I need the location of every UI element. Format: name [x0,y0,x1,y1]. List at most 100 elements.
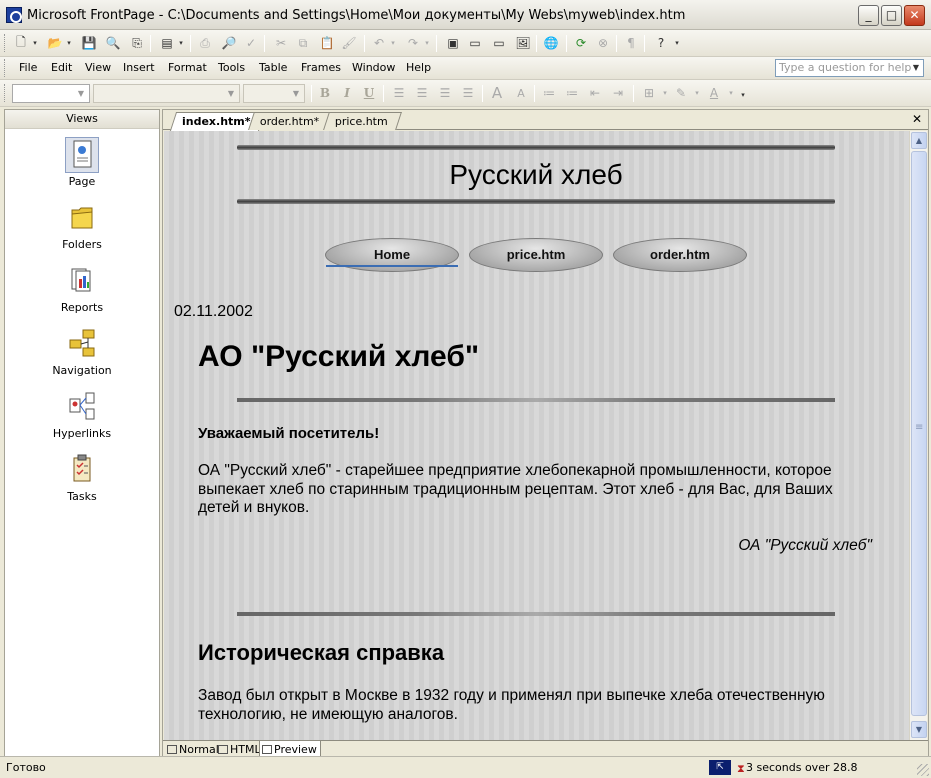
ask-question-box[interactable]: Type a question for help ▼ [775,59,924,77]
menu-edit[interactable]: Edit [51,61,72,74]
numbered-list-icon[interactable]: ≔ [540,84,558,102]
close-document-icon[interactable]: ✕ [912,112,922,126]
scroll-thumb[interactable] [911,151,927,716]
view-page[interactable]: Page [5,137,159,188]
insert-layer-icon[interactable]: ▭ [490,34,508,52]
resize-grip[interactable] [917,764,929,776]
menu-window[interactable]: Window [352,61,395,74]
menubar-grip[interactable] [4,59,7,77]
justify-icon[interactable]: ☰ [459,84,477,102]
print-icon[interactable]: ⎙ [196,34,214,52]
maximize-button[interactable]: □ [881,5,902,26]
nav-button-price[interactable]: price.htm [469,238,603,272]
insert-picture-icon[interactable]: 🖼 [514,34,532,52]
nav-button-home[interactable]: Home [325,238,459,272]
web-component-icon[interactable]: ▣ [444,34,462,52]
menu-insert[interactable]: Insert [123,61,155,74]
format-painter-icon[interactable]: 🖌 [340,34,358,52]
publish-icon[interactable]: ⎘ [128,34,146,52]
toolbar-options-icon[interactable]: ▾ [672,34,682,52]
show-all-icon[interactable]: ¶ [622,34,640,52]
menu-view[interactable]: View [85,61,111,74]
menu-format[interactable]: Format [168,61,207,74]
toolbar-options-icon[interactable]: ▾ [738,86,748,104]
toolbar-separator [436,35,437,52]
nav-button-order[interactable]: order.htm [613,238,747,272]
help-icon[interactable]: ? [652,34,670,52]
undo-dropdown-icon[interactable]: ▾ [388,34,398,52]
align-left-icon[interactable]: ☰ [390,84,408,102]
page-canvas[interactable]: Русский хлеб Home price.htm order.htm 02… [164,131,909,740]
spelling-icon[interactable]: ✓ [242,34,260,52]
menu-help[interactable]: Help [406,61,431,74]
navigation-icon [65,326,99,362]
close-button[interactable]: ✕ [904,5,925,26]
new-dropdown-icon[interactable]: ▾ [30,34,40,52]
increase-font-icon[interactable]: A [488,84,506,102]
toolbar-separator [482,85,483,102]
font-select[interactable]: ▼ [93,84,240,103]
save-icon[interactable]: 💾 [80,34,98,52]
align-right-icon[interactable]: ☰ [436,84,454,102]
insert-table-icon[interactable]: ▭ [466,34,484,52]
scroll-down-icon[interactable]: ▼ [911,721,927,738]
hyperlink-icon[interactable]: 🌐 [542,34,560,52]
view-reports[interactable]: Reports [5,263,159,314]
menu-file[interactable]: File [19,61,37,74]
view-navigation[interactable]: Navigation [5,326,159,377]
align-center-icon[interactable]: ☰ [413,84,431,102]
scroll-up-icon[interactable]: ▲ [911,132,927,149]
pane-dropdown-icon[interactable]: ▾ [176,34,186,52]
view-hyperlinks[interactable]: Hyperlinks [5,389,159,440]
borders-dropdown-icon[interactable]: ▾ [660,84,670,102]
open-dropdown-icon[interactable]: ▾ [64,34,74,52]
highlight-dropdown-icon[interactable]: ▾ [692,84,702,102]
view-folders[interactable]: Folders [5,200,159,251]
toolbar-grip[interactable] [4,34,7,52]
increase-indent-icon[interactable]: ⇥ [609,84,627,102]
bulleted-list-icon[interactable]: ≔ [563,84,581,102]
tab-label: index.htm* [182,115,251,128]
decrease-font-icon[interactable]: A [512,84,530,102]
font-size-select[interactable]: ▼ [243,84,305,103]
title-bar: Microsoft FrontPage - C:\Documents and S… [0,0,931,30]
redo-dropdown-icon[interactable]: ▾ [422,34,432,52]
tab-price[interactable]: price.htm [323,112,402,130]
minimize-button[interactable]: _ [858,5,879,26]
refresh-icon[interactable]: ⟳ [572,34,590,52]
new-page-icon[interactable]: 🗋 [12,34,30,52]
highlight-icon[interactable]: ✎ [672,84,690,102]
cut-icon[interactable]: ✂ [272,34,290,52]
style-select[interactable]: ▼ [12,84,90,103]
decrease-indent-icon[interactable]: ⇤ [586,84,604,102]
toolbar-separator [633,85,634,102]
toggle-pane-icon[interactable]: ▤ [158,34,176,52]
redo-icon[interactable]: ↷ [404,34,422,52]
open-folder-icon[interactable]: 📂 [46,34,64,52]
paste-icon[interactable]: 📋 [318,34,336,52]
borders-icon[interactable]: ⊞ [640,84,658,102]
view-tasks[interactable]: Tasks [5,452,159,503]
toolbar-grip[interactable] [4,84,7,102]
menu-table[interactable]: Table [259,61,287,74]
tab-order[interactable]: order.htm* [248,112,334,130]
search-icon[interactable]: 🔍 [104,34,122,52]
menu-tools[interactable]: Tools [218,61,245,74]
menu-frames[interactable]: Frames [301,61,341,74]
font-color-icon[interactable]: A [705,84,723,102]
undo-icon[interactable]: ↶ [370,34,388,52]
preview-view-icon [262,745,272,754]
preview-browser-icon[interactable]: 🔎 [220,34,238,52]
copy-icon[interactable]: ⧉ [294,34,312,52]
toolbar-separator [383,85,384,102]
help-dropdown-icon[interactable]: ▼ [909,60,923,76]
stop-icon[interactable]: ⊗ [594,34,612,52]
frontpage-app-icon[interactable] [6,7,22,23]
italic-icon[interactable]: I [338,84,356,102]
underline-icon[interactable]: U [360,84,378,102]
vertical-scrollbar[interactable]: ▲ ▼ [909,131,927,740]
download-time[interactable]: ⧗3 seconds over 28.8 [737,761,857,775]
font-color-dropdown-icon[interactable]: ▾ [726,84,736,102]
toolbar-separator [566,35,567,52]
bold-icon[interactable]: B [316,84,334,102]
